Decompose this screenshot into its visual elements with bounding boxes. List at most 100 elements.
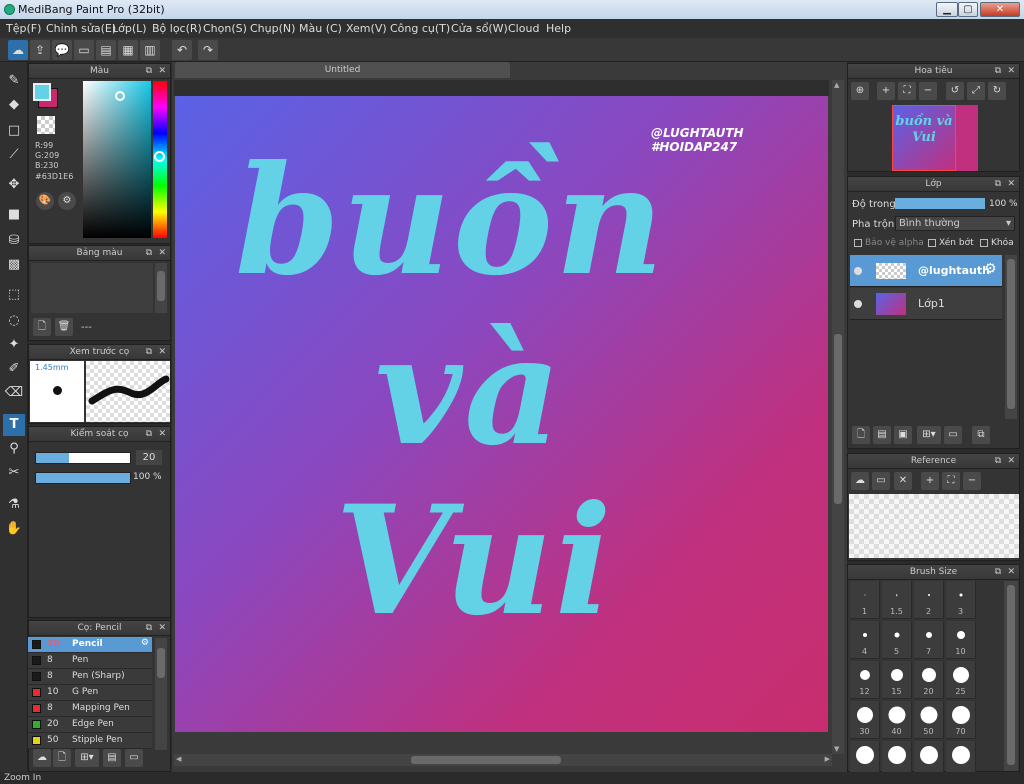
folder-icon[interactable]: ▭ xyxy=(125,749,143,767)
brush-size-cell[interactable]: 20 xyxy=(914,661,944,699)
popout-icon[interactable]: ⧉ xyxy=(146,621,152,636)
lock-checkbox[interactable] xyxy=(980,238,988,247)
menu-layer[interactable]: Lớp(L) xyxy=(112,22,147,35)
cloud-upload-icon[interactable]: ☁ xyxy=(851,472,869,490)
palette-icon[interactable]: 🎨 xyxy=(36,192,54,210)
divide-tool-icon[interactable]: ✂ xyxy=(3,462,25,484)
brush-settings-icon[interactable]: ▤ xyxy=(103,749,121,767)
palette-scrollbar[interactable] xyxy=(155,263,167,313)
hue-slider[interactable] xyxy=(153,81,167,238)
menu-capture[interactable]: Chụp(N) xyxy=(250,22,295,35)
menu-edit[interactable]: Chỉnh sửa(E) xyxy=(46,22,116,35)
fit-window-icon[interactable]: ⛶ xyxy=(898,82,916,100)
popout-icon[interactable]: ⧉ xyxy=(146,64,152,79)
speech-bubble-icon[interactable]: 💬 xyxy=(52,40,72,60)
close-button[interactable]: ✕ xyxy=(980,2,1020,17)
menu-cloud[interactable]: Cloud xyxy=(508,22,539,35)
zoom-fit-icon[interactable]: ⊕ xyxy=(851,82,869,100)
popout-icon[interactable]: ⧉ xyxy=(146,246,152,261)
brush-size-cell[interactable]: 30 xyxy=(850,701,880,739)
brush-item[interactable]: 8 Pen (Sharp) xyxy=(28,669,152,685)
zoom-in-icon[interactable]: + xyxy=(921,472,939,490)
reset-view-icon[interactable]: ⤢ xyxy=(967,82,985,100)
upload-icon[interactable]: ⇪ xyxy=(30,40,50,60)
duplicate-layer-icon[interactable]: ⧉ xyxy=(972,426,990,444)
close-panel-icon[interactable]: ✕ xyxy=(158,427,166,442)
hand-tool-icon[interactable]: ✋ xyxy=(3,518,25,540)
saturation-value-picker[interactable] xyxy=(83,81,151,238)
brush-opacity-slider[interactable] xyxy=(35,472,131,484)
line-tool-icon[interactable]: ⟋ xyxy=(3,144,25,166)
popout-icon[interactable]: ⧉ xyxy=(995,177,1001,192)
text-tool-icon[interactable]: T xyxy=(3,414,25,436)
brush-size-scrollbar[interactable] xyxy=(1004,581,1018,771)
navigator-thumbnail[interactable]: buồn và Vui xyxy=(892,105,956,171)
select-pen-tool-icon[interactable]: ✐ xyxy=(3,358,25,380)
layer-scrollbar[interactable] xyxy=(1005,255,1017,419)
magic-wand-tool-icon[interactable]: ✦ xyxy=(3,334,25,356)
visibility-icon[interactable] xyxy=(854,300,862,308)
menu-help[interactable]: Help xyxy=(546,22,571,35)
undo-icon[interactable]: ↶ xyxy=(172,40,192,60)
brush-item[interactable]: 8 Mapping Pen xyxy=(28,701,152,717)
transparent-swatch[interactable] xyxy=(37,116,55,134)
brush-size-cell[interactable]: 4 xyxy=(850,621,880,659)
brush-size-cell[interactable]: 5 xyxy=(882,621,912,659)
brush-size-cell[interactable]: 50 xyxy=(914,701,944,739)
visibility-icon[interactable] xyxy=(854,267,862,275)
protect-alpha-checkbox[interactable] xyxy=(854,238,862,247)
panel-icon[interactable]: ▥ xyxy=(140,40,160,60)
cloud-brush-icon[interactable]: ☁ xyxy=(33,749,51,767)
popout-icon[interactable]: ⧉ xyxy=(995,565,1001,580)
clipping-checkbox[interactable] xyxy=(928,238,936,247)
blend-mode-select[interactable]: Bình thường ▾ xyxy=(895,216,1015,231)
menu-filter[interactable]: Bộ lọc(R) xyxy=(152,22,202,35)
brush-size-cell[interactable]: 70 xyxy=(946,701,976,739)
redo-icon[interactable]: ↷ xyxy=(198,40,218,60)
brush-size-cell[interactable]: 25 xyxy=(946,661,976,699)
brush-item[interactable]: 20 Pencil ⚙ xyxy=(28,637,152,653)
popout-icon[interactable]: ⧉ xyxy=(995,64,1001,79)
brush-size-slider[interactable] xyxy=(35,452,131,464)
palette-area[interactable] xyxy=(31,263,153,313)
tab-untitled[interactable]: Untitled xyxy=(175,62,510,78)
folder-icon[interactable]: ▭ xyxy=(944,426,962,444)
scroll-up-icon[interactable]: ▲ xyxy=(834,81,839,89)
vertical-scrollbar[interactable]: ▲ ▼ xyxy=(832,80,844,754)
brush-list-scrollbar[interactable] xyxy=(155,638,167,750)
close-panel-icon[interactable]: ✕ xyxy=(1007,64,1015,79)
popout-icon[interactable]: ⧉ xyxy=(995,454,1001,469)
layer-settings-gear-icon[interactable]: ⚙ xyxy=(984,261,997,277)
new-brush-icon[interactable]: 🗋 xyxy=(53,749,71,767)
zoom-in-icon[interactable]: + xyxy=(877,82,895,100)
horizontal-scrollbar[interactable]: ◀ ▶ xyxy=(174,754,832,766)
rect-select-tool-icon[interactable]: ⬚ xyxy=(3,284,25,306)
brush-item[interactable]: 50 Stipple Pen xyxy=(28,733,152,749)
scroll-down-icon[interactable]: ▼ xyxy=(834,745,839,753)
brush-size-value[interactable]: 20 xyxy=(136,450,162,465)
brush-size-cell[interactable]: 3 xyxy=(946,581,976,619)
close-reference-icon[interactable]: ✕ xyxy=(894,472,912,490)
close-panel-icon[interactable]: ✕ xyxy=(158,64,166,79)
new-page-icon[interactable]: 🗋 xyxy=(33,318,51,336)
brush-item[interactable]: 8 Pen xyxy=(28,653,152,669)
brush-size-cell[interactable]: 7 xyxy=(914,621,944,659)
lasso-tool-icon[interactable]: ◌ xyxy=(3,310,25,332)
brush-size-cell[interactable]: 15 xyxy=(882,661,912,699)
close-panel-icon[interactable]: ✕ xyxy=(1007,565,1015,580)
close-panel-icon[interactable]: ✕ xyxy=(158,345,166,360)
brush-item[interactable]: 10 G Pen xyxy=(28,685,152,701)
bucket-tool-icon[interactable]: ⛁ xyxy=(3,230,25,252)
eraser-tool-icon[interactable]: ◆ xyxy=(3,94,25,116)
picker-cursor[interactable] xyxy=(115,91,125,101)
select-eraser-tool-icon[interactable]: ⌫ xyxy=(3,382,25,404)
brush-size-cell[interactable]: 1.5 xyxy=(882,581,912,619)
artwork-canvas[interactable]: @LUGHTAUTH #HOIDAP247 buồn và Vui xyxy=(175,96,828,732)
maximize-button[interactable]: ▢ xyxy=(958,2,978,17)
close-panel-icon[interactable]: ✕ xyxy=(1007,177,1015,192)
zoom-out-icon[interactable]: − xyxy=(963,472,981,490)
menu-view[interactable]: Xem(V) xyxy=(346,22,387,35)
scroll-right-icon[interactable]: ▶ xyxy=(825,755,830,763)
layer-row-lop1[interactable]: Lớp1 xyxy=(850,288,1002,320)
close-panel-icon[interactable]: ✕ xyxy=(158,246,166,261)
